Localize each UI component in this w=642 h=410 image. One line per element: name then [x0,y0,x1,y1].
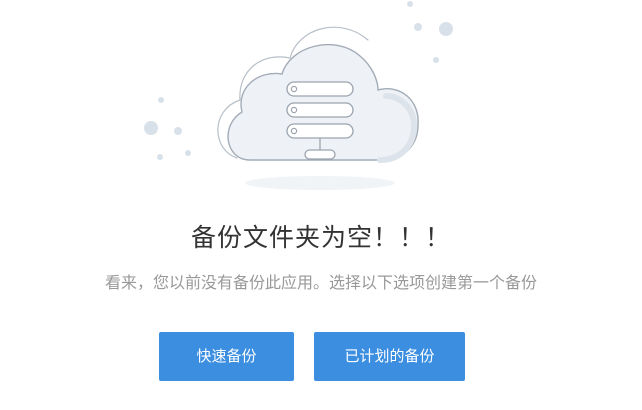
cloud-shadow [245,176,395,190]
empty-state-subtitle: 看来，您以前没有备份此应用。选择以下选项创建第一个备份 [104,273,537,292]
cloud-server-icon [144,1,453,190]
scheduled-backup-button[interactable]: 已计划的备份 [314,332,465,381]
empty-state-title: 备份文件夹为空！！！ [190,223,451,252]
quick-backup-button[interactable]: 快速备份 [159,332,294,381]
cloud-shape [227,43,419,161]
empty-backup-page: 备份文件夹为空！！！ 看来，您以前没有备份此应用。选择以下选项创建第一个备份 快… [0,0,642,410]
